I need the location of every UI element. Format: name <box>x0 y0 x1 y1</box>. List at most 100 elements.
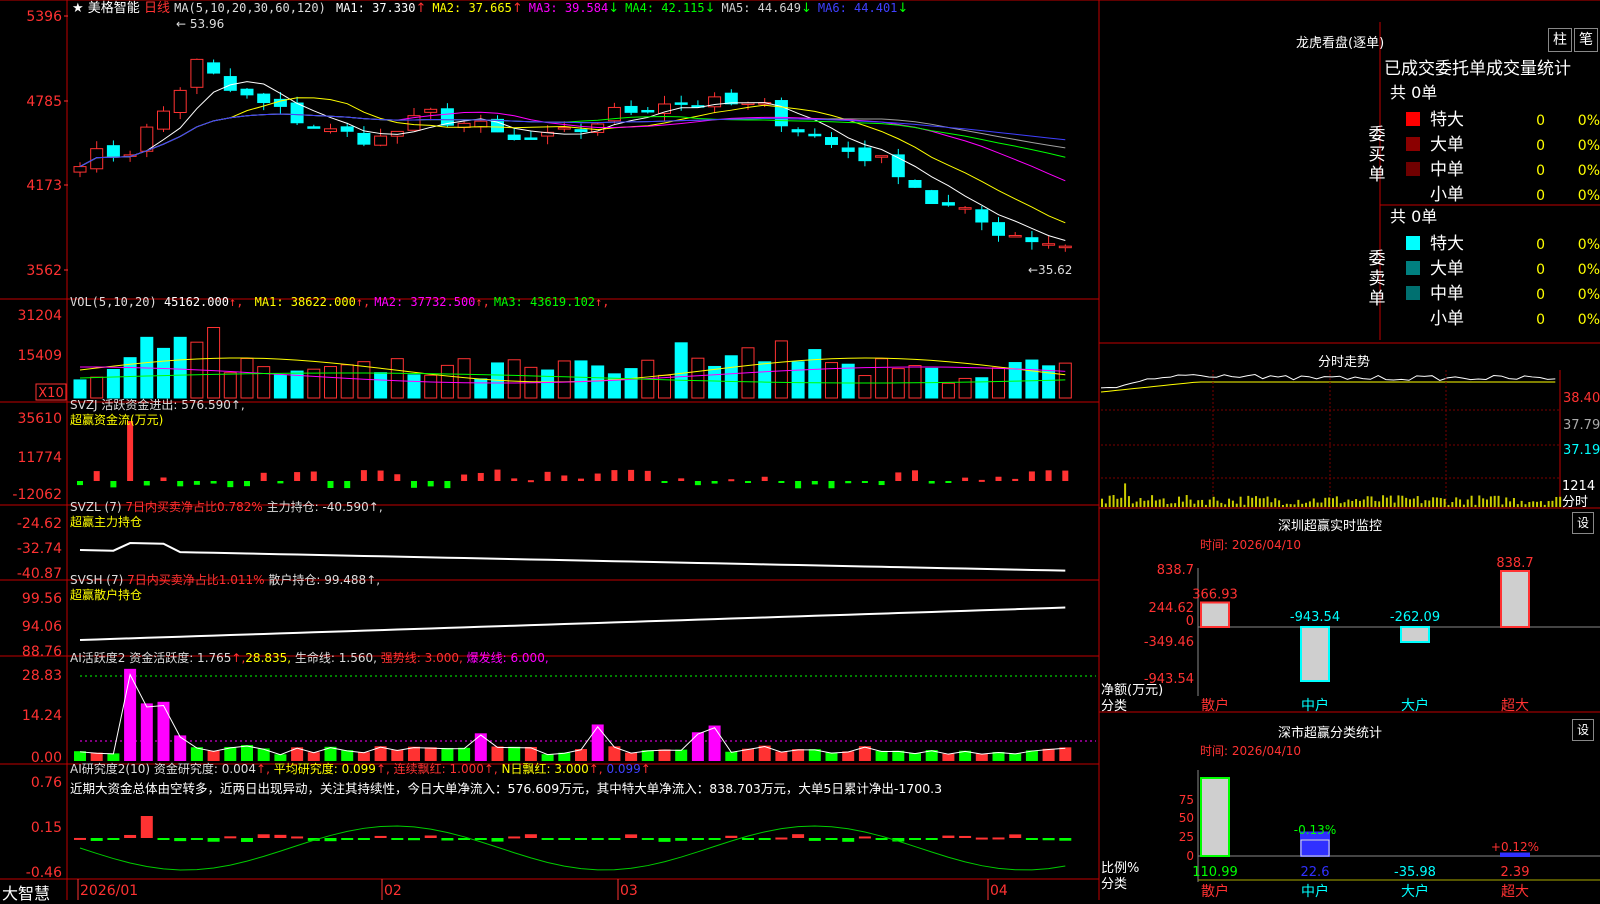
monitor-bar[interactable] <box>1301 627 1329 681</box>
candle[interactable] <box>859 148 871 161</box>
volume-bar[interactable] <box>508 360 520 398</box>
candle[interactable] <box>625 106 637 112</box>
classify-bar[interactable] <box>1201 778 1229 856</box>
monitor-settings-button[interactable]: 设 <box>1572 512 1594 534</box>
tick-view-button[interactable]: 笔 <box>1574 28 1598 52</box>
volume-bar[interactable] <box>692 358 704 398</box>
volume-bar[interactable] <box>826 363 838 398</box>
candle[interactable] <box>341 127 353 131</box>
candle[interactable] <box>675 103 687 105</box>
star-icon[interactable]: ★ <box>72 1 84 16</box>
volume-bar[interactable] <box>224 373 236 398</box>
classify-bar[interactable] <box>1301 840 1329 856</box>
candle[interactable] <box>291 103 303 123</box>
candle[interactable] <box>976 210 988 222</box>
candle[interactable] <box>191 59 203 87</box>
candle[interactable] <box>558 128 570 130</box>
intraday-title[interactable]: 分时走势 <box>1318 351 1370 370</box>
volume-bar[interactable] <box>74 380 86 398</box>
volume-bar[interactable] <box>842 364 854 398</box>
candle[interactable] <box>842 148 854 151</box>
volume-bar[interactable] <box>1059 363 1071 398</box>
volume-bar[interactable] <box>592 366 604 398</box>
candle[interactable] <box>809 134 821 136</box>
volume-bar[interactable] <box>926 368 938 398</box>
candle[interactable] <box>1043 244 1055 246</box>
candle[interactable] <box>208 63 220 73</box>
volume-bar[interactable] <box>876 359 888 398</box>
candle[interactable] <box>993 223 1005 236</box>
candle[interactable] <box>642 110 654 112</box>
volume-bar[interactable] <box>274 375 286 398</box>
candle[interactable] <box>241 89 253 95</box>
candle[interactable] <box>876 156 888 158</box>
volume-bar[interactable] <box>859 376 871 398</box>
candle[interactable] <box>508 135 520 139</box>
volume-bar[interactable] <box>976 378 988 398</box>
candle[interactable] <box>224 77 236 91</box>
candle[interactable] <box>91 149 103 169</box>
candle[interactable] <box>475 121 487 127</box>
volume-bar[interactable] <box>792 362 804 398</box>
volume-bar[interactable] <box>91 377 103 398</box>
volume-bar[interactable] <box>391 359 403 398</box>
volume-bar[interactable] <box>993 368 1005 398</box>
candlestick-panel[interactable]: 5396478541733562← 53.96←35.62 <box>26 9 1072 279</box>
candle[interactable] <box>375 136 387 145</box>
monitor-bar[interactable] <box>1501 571 1529 627</box>
candle[interactable] <box>425 109 437 112</box>
candle[interactable] <box>325 129 337 132</box>
ai-activity-panel[interactable]: 28.8314.240.00 <box>22 668 1096 766</box>
candle[interactable] <box>942 203 954 205</box>
volume-bar[interactable] <box>575 361 587 398</box>
monitor-bar[interactable] <box>1201 603 1229 627</box>
candle[interactable] <box>725 93 737 104</box>
volume-bar[interactable] <box>759 362 771 398</box>
volume-bar[interactable] <box>241 359 253 398</box>
volume-bar[interactable] <box>909 366 921 398</box>
bar-view-button[interactable]: 柱 <box>1548 28 1572 52</box>
volume-bar[interactable] <box>775 341 787 398</box>
volume-bar[interactable] <box>959 378 971 398</box>
volume-bar[interactable] <box>1009 363 1021 398</box>
candle[interactable] <box>174 90 186 112</box>
volume-bar[interactable] <box>174 337 186 398</box>
volume-bar[interactable] <box>608 374 620 398</box>
volume-bar[interactable] <box>258 367 270 398</box>
volume-bar[interactable] <box>341 365 353 398</box>
monitor-bar[interactable] <box>1401 627 1429 642</box>
candle[interactable] <box>775 101 787 126</box>
volume-bar[interactable] <box>942 383 954 398</box>
volume-bar[interactable] <box>375 373 387 398</box>
volume-bar[interactable] <box>325 367 337 398</box>
volume-bar[interactable] <box>425 375 437 398</box>
volume-bar[interactable] <box>441 365 453 398</box>
candle[interactable] <box>959 208 971 210</box>
candle[interactable] <box>358 133 370 144</box>
volume-bar[interactable] <box>107 369 119 398</box>
candle[interactable] <box>1059 246 1071 248</box>
volume-bar[interactable] <box>675 343 687 398</box>
candle[interactable] <box>575 130 587 132</box>
period-label[interactable]: 日线 <box>144 1 170 16</box>
candle[interactable] <box>1009 235 1021 237</box>
volume-bar[interactable] <box>208 328 220 398</box>
candle[interactable] <box>107 146 119 157</box>
volume-bar[interactable] <box>709 366 721 398</box>
volume-panel[interactable]: 3120415409X10 <box>17 308 1071 401</box>
volume-bar[interactable] <box>408 375 420 398</box>
candle[interactable] <box>792 130 804 132</box>
candle[interactable] <box>74 167 86 173</box>
volume-bar[interactable] <box>558 361 570 398</box>
candle[interactable] <box>308 127 320 128</box>
candle[interactable] <box>909 180 921 187</box>
volume-bar[interactable] <box>809 350 821 398</box>
classify-settings-button[interactable]: 设 <box>1572 719 1594 741</box>
candle[interactable] <box>158 111 170 129</box>
volume-bar[interactable] <box>475 379 487 398</box>
volume-bar[interactable] <box>659 375 671 398</box>
candle[interactable] <box>926 191 938 204</box>
candle[interactable] <box>826 138 838 145</box>
volume-bar[interactable] <box>542 370 554 398</box>
candle[interactable] <box>258 94 270 102</box>
